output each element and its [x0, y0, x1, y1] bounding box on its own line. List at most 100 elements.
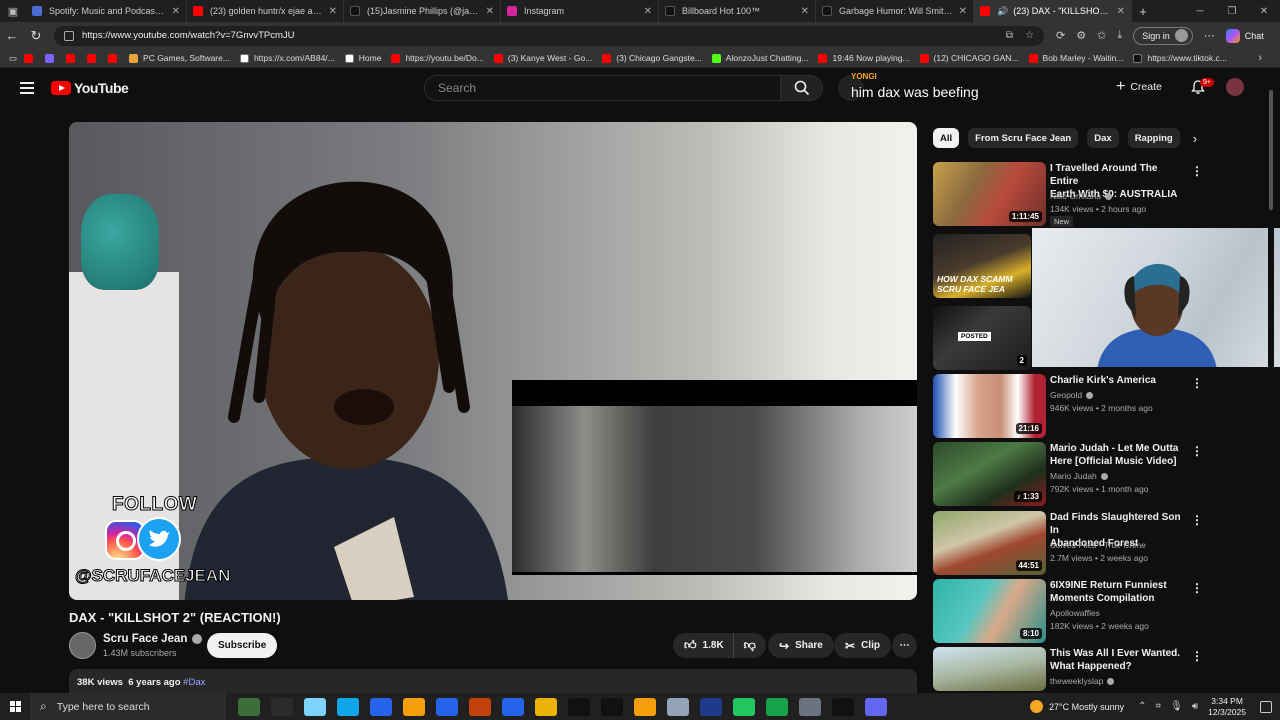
recommendation-title[interactable]: This Was All I Ever Wanted. What Happened… — [1050, 647, 1185, 673]
minimize-icon[interactable]: ─ — [1184, 0, 1216, 22]
search-button[interactable] — [781, 75, 823, 101]
recommendation-item[interactable]: 21:16 Charlie Kirk's America Geopold 946… — [933, 374, 1263, 438]
item-menu-icon[interactable]: ⋮ — [1191, 581, 1203, 595]
bookmark-item[interactable]: (3) Kanye West - Go... — [493, 53, 592, 63]
clip-button[interactable]: ✂ Clip — [834, 633, 891, 658]
page-scrollbar[interactable] — [1268, 70, 1274, 690]
search-input[interactable]: Search — [424, 75, 781, 101]
copilot-chat-button[interactable]: Chat — [1225, 28, 1264, 43]
video-thumbnail[interactable]: 1:11:45 — [933, 162, 1046, 226]
taskbar-app-icon[interactable] — [798, 697, 821, 716]
video-thumbnail[interactable]: HOW DAX SCAMM SCRU FACE JEA — [933, 234, 1031, 298]
taskbar-app-icon[interactable] — [435, 697, 458, 716]
taskbar-app-icon[interactable] — [831, 697, 854, 716]
network-icon[interactable]: ⌗ — [1156, 701, 1162, 712]
recommendation-item[interactable]: ♪ 1:33 Mario Judah - Let Me Outta Here [O… — [933, 442, 1263, 506]
taskbar-app-icon[interactable] — [303, 697, 326, 716]
taskbar-app-icon[interactable] — [666, 697, 689, 716]
account-avatar[interactable] — [1226, 78, 1244, 96]
volume-icon[interactable]: 🔊︎ — [1192, 701, 1198, 712]
bookmark-item[interactable] — [24, 53, 38, 63]
notification-center-icon[interactable] — [1260, 700, 1272, 713]
subscribe-button[interactable]: Subscribe — [207, 633, 278, 658]
more-actions-button[interactable]: ⋯ — [892, 633, 917, 658]
favorite-star-icon[interactable]: ☆ — [1025, 30, 1034, 41]
taskbar-app-icon[interactable] — [369, 697, 392, 716]
taskbar-app-icon[interactable] — [732, 697, 755, 716]
like-button[interactable]: 👍︎ 1.8K — [673, 633, 733, 658]
chevron-up-icon[interactable]: ⌃ — [1138, 701, 1146, 712]
tab-instagram[interactable]: Instagram ✕ — [501, 0, 659, 22]
bookmark-item[interactable]: https://youtu.be/Do... — [391, 53, 484, 63]
close-tab-icon[interactable]: ✕ — [1117, 6, 1125, 17]
bookmark-item[interactable]: AlonzoJust Chatting... — [711, 53, 808, 63]
close-window-icon[interactable]: ✕ — [1248, 0, 1280, 22]
recommendation-channel[interactable]: theweeklyslap — [1050, 676, 1115, 686]
bookmark-item[interactable] — [87, 53, 101, 63]
taskbar-app-icon[interactable] — [633, 697, 656, 716]
chip-from-channel[interactable]: From Scru Face Jean — [968, 128, 1079, 148]
more-bookmarks-icon[interactable]: › — [1258, 52, 1262, 64]
bookmark-item[interactable] — [45, 53, 59, 63]
item-menu-icon[interactable]: ⋮ — [1191, 513, 1203, 527]
hamburger-menu-icon[interactable] — [20, 79, 34, 97]
chip-dax[interactable]: Dax — [1087, 128, 1119, 148]
taskbar-app-icon[interactable] — [501, 697, 524, 716]
chevron-right-icon[interactable]: › — [1193, 131, 1197, 146]
bookmark-item[interactable]: https://x.com/AB84/... — [239, 53, 335, 63]
video-thumbnail[interactable]: ♪ 1:33 — [933, 442, 1046, 506]
channel-name-row[interactable]: Scru Face Jean — [103, 633, 203, 645]
chip-all[interactable]: All — [933, 128, 960, 148]
recommendation-item[interactable]: 44:51 Dad Finds Slaughtered Son In Abando… — [933, 511, 1263, 575]
recommendation-channel[interactable]: Niko Omilana — [1050, 191, 1113, 201]
tab-garbage-humor[interactable]: Garbage Humor: Will Smith and ✕ — [816, 0, 974, 22]
item-menu-icon[interactable]: ⋮ — [1191, 164, 1203, 178]
recommendation-channel[interactable]: Geopold — [1050, 390, 1094, 400]
microphone-icon[interactable]: 🎙︎ — [1170, 701, 1183, 712]
item-menu-icon[interactable]: ⋮ — [1191, 649, 1203, 663]
bookmark-item[interactable]: (3) Chicago Gangste... — [602, 53, 702, 63]
bookmark-item[interactable] — [108, 53, 122, 63]
favorites-icon[interactable]: ✩ — [1097, 29, 1106, 42]
taskbar-search[interactable]: ⌕ Type here to search — [30, 693, 226, 720]
create-button[interactable]: + Create — [1116, 76, 1162, 98]
bookmark-item[interactable] — [66, 53, 80, 63]
maximize-icon[interactable]: ❐ — [1216, 0, 1248, 22]
dislike-button[interactable]: 👎︎ — [732, 633, 766, 658]
recommendation-item[interactable]: 8:10 6IX9INE Return Funniest Moments Comp… — [933, 579, 1263, 643]
tab-tiktok-jasmine[interactable]: (15)Jasmine Phillips (@jasmine.ph ✕ — [344, 0, 501, 22]
recommendation-item[interactable]: This Was All I Ever Wanted. What Happened… — [933, 647, 1263, 691]
close-tab-icon[interactable]: ✕ — [801, 6, 809, 17]
close-tab-icon[interactable]: ✕ — [959, 6, 967, 17]
taskbar-app-icon[interactable] — [534, 697, 557, 716]
taskbar-app-icon[interactable] — [237, 697, 260, 716]
sign-in-button[interactable]: Sign in — [1133, 26, 1193, 45]
taskbar-app-icon[interactable] — [765, 697, 788, 716]
video-thumbnail[interactable]: 21:16 — [933, 374, 1046, 438]
tab-golden[interactable]: (23) golden huntr/x ejae audrey n ✕ — [187, 0, 344, 22]
close-tab-icon[interactable]: ✕ — [172, 6, 180, 17]
download-icon[interactable]: ⤓ — [1117, 29, 1122, 42]
install-app-icon[interactable]: ⧉ — [1006, 30, 1013, 41]
weather-widget[interactable]: 27°C Mostly sunny — [1029, 700, 1124, 713]
item-menu-icon[interactable]: ⋮ — [1191, 376, 1203, 390]
video-thumbnail[interactable]: 44:51 — [933, 511, 1046, 575]
more-menu-icon[interactable]: ⋯ — [1204, 29, 1215, 42]
taskbar-app-icon[interactable] — [402, 697, 425, 716]
video-thumbnail[interactable] — [933, 647, 1046, 691]
taskbar-app-icon[interactable] — [468, 697, 491, 716]
close-tab-icon[interactable]: ✕ — [329, 6, 337, 17]
recommendation-channel[interactable]: Apollowaffles — [1050, 608, 1100, 618]
refresh-extension-icon[interactable]: ⟳ — [1056, 29, 1065, 42]
video-thumbnail[interactable]: POSTED 2 — [933, 306, 1031, 370]
tab-spotify[interactable]: Spotify: Music and Podcasts App ✕ — [26, 0, 187, 22]
bookmark-item[interactable]: Bob Marley - Waitin... — [1028, 53, 1123, 63]
youtube-logo[interactable]: YouTube — [51, 80, 129, 96]
bookmark-item[interactable]: https://www.tiktok.c... — [1133, 53, 1227, 63]
recommendation-item[interactable]: 1:11:45 I Travelled Around The Entire Ear… — [933, 162, 1263, 227]
recommendation-title[interactable]: 6IX9INE Return Funniest Moments Compilati… — [1050, 579, 1185, 605]
scrollbar-thumb[interactable] — [1269, 90, 1273, 210]
recommendation-title[interactable]: Mario Judah - Let Me Outta Here [Official… — [1050, 442, 1185, 468]
site-info-icon[interactable] — [64, 30, 74, 41]
bookmark-item[interactable]: Home — [344, 53, 381, 63]
